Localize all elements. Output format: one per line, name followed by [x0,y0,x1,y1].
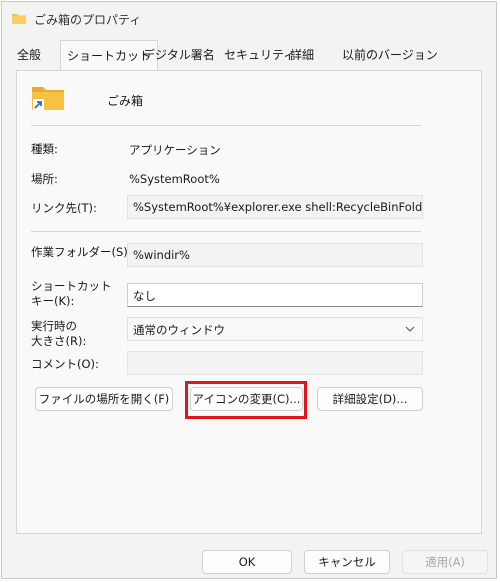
run-size-label-line2: 大きさ(R): [31,334,87,348]
comment-field[interactable] [127,351,423,375]
type-value: アプリケーション [129,143,221,157]
title-bar[interactable]: ごみ箱のプロパティ [2,2,496,36]
shortcut-key-field[interactable]: なし [127,283,423,307]
shortcut-tab-panel: ごみ箱 種類: アプリケーション 場所: %SystemRoot% リンク先(T… [16,70,482,534]
location-label: 場所: [31,172,58,186]
working-folder-field[interactable]: %windir% [127,243,423,267]
run-size-selected: 通常のウィンドウ [133,323,225,337]
location-value: %SystemRoot% [129,172,220,186]
shortcut-key-label-line1: ショートカット [31,279,112,293]
recycle-bin-shortcut-icon [32,87,64,110]
tab-security[interactable]: セキュリティ [224,46,295,63]
tab-strip: 全般 ショートカット デジタル署名 セキュリティ 詳細 以前のバージョン [2,40,496,70]
target-field[interactable]: %SystemRoot%¥explorer.exe shell:RecycleB… [127,195,423,219]
tab-previous-versions[interactable]: 以前のバージョン [342,46,438,63]
separator [31,125,421,126]
run-size-label-line1: 実行時の [31,319,77,333]
recycle-bin-folder-icon [12,14,26,24]
separator [31,231,421,232]
target-label: リンク先(T): [31,201,97,215]
apply-button[interactable]: 適用(A) [402,550,488,574]
advanced-settings-button[interactable]: 詳細設定(D)... [317,387,423,411]
chevron-down-icon [405,326,415,332]
tab-digital-signature[interactable]: デジタル署名 [143,46,215,63]
tab-details[interactable]: 詳細 [290,46,314,63]
properties-dialog: ごみ箱のプロパティ 全般 ショートカット デジタル署名 セキュリティ 詳細 以前… [1,1,497,579]
type-label: 種類: [31,142,58,156]
ok-button[interactable]: OK [202,550,292,574]
tab-general[interactable]: 全般 [17,46,41,63]
shortcut-name: ごみ箱 [107,94,144,108]
open-file-location-button[interactable]: ファイルの場所を開く(F) [35,387,173,411]
comment-label: コメント(O): [31,357,99,371]
run-size-dropdown[interactable]: 通常のウィンドウ [127,317,423,341]
window-title: ごみ箱のプロパティ [34,13,142,27]
cancel-button[interactable]: キャンセル [304,550,390,574]
shortcut-key-label-line2: キー(K): [31,294,75,308]
highlight-box [185,381,307,419]
working-folder-label: 作業フォルダー(S): [31,245,132,259]
